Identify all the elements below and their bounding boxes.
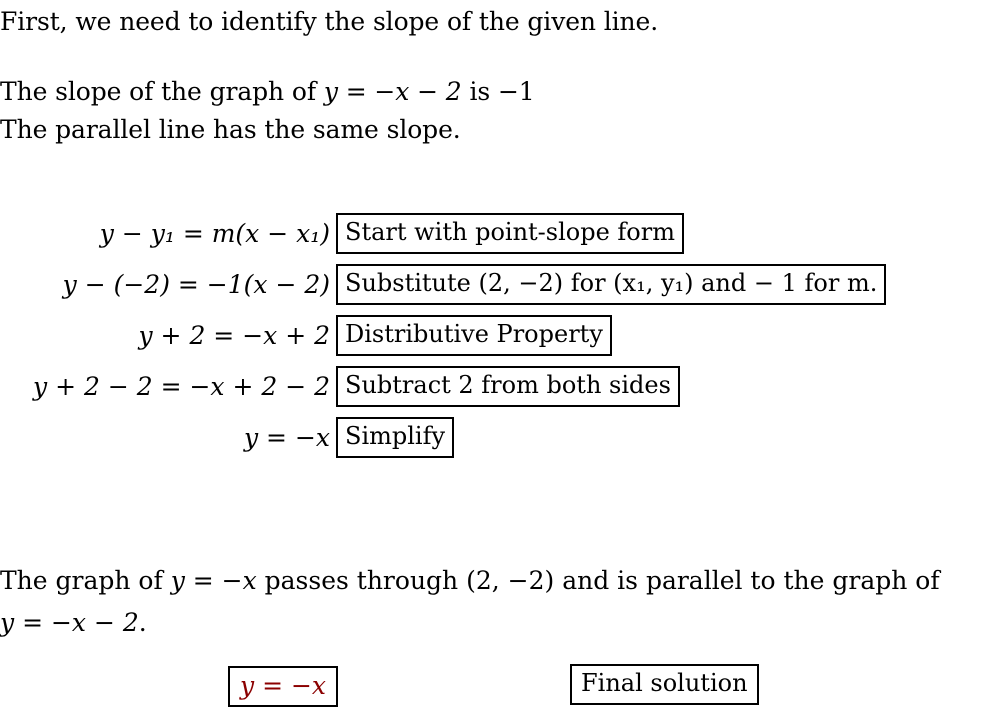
derivation-row: y + 2 − 2 = −x + 2 − 2 Subtract 2 from b… [0, 361, 996, 412]
solution-page: First, we need to identify the slope of … [0, 0, 996, 709]
derivation-row: y = −x Simplify [0, 412, 996, 463]
derivation-equation: y = −x [243, 423, 330, 452]
final-solution-label-box: Final solution [570, 664, 759, 705]
slope-statement-prefix: The slope of the graph of [0, 77, 324, 106]
conclusion-given-equation: y = −x − 2 [0, 608, 139, 637]
final-answer-row: y = −x Final solution [0, 664, 996, 709]
given-line-equation: y = −x − 2 [323, 77, 462, 106]
derivation-row: y − y₁ = m(x − x₁) Start with point-slop… [0, 208, 996, 259]
conclusion-point: (2, −2) [466, 566, 555, 595]
slope-statement-line: The slope of the graph of y = −x − 2 is … [0, 73, 535, 111]
conclusion-line-1: The graph of y = −x passes through (2, −… [0, 560, 996, 602]
conclusion-period: . [138, 608, 147, 637]
derivation-row: y + 2 = −x + 2 Distributive Property [0, 310, 996, 361]
final-answer-box: y = −x [228, 666, 339, 707]
parallel-slope-note: The parallel line has the same slope. [0, 115, 461, 144]
conclusion-paragraph: The graph of y = −x passes through (2, −… [0, 560, 996, 644]
derivation-table: y − y₁ = m(x − x₁) Start with point-slop… [0, 208, 996, 463]
derivation-reason: Distributive Property [336, 315, 612, 356]
derivation-equation: y − y₁ = m(x − x₁) [99, 219, 330, 248]
conclusion-line-2: y = −x − 2. [0, 602, 996, 644]
derivation-equation: y + 2 − 2 = −x + 2 − 2 [33, 372, 330, 401]
conclusion-equation: y = −x [170, 566, 257, 595]
derivation-equation: y − (−2) = −1(x − 2) [62, 270, 330, 299]
derivation-reason: Substitute (2, −2) for (x₁, y₁) and − 1 … [336, 264, 887, 305]
conclusion-text-a: The graph of [0, 566, 171, 595]
derivation-reason: Subtract 2 from both sides [336, 366, 680, 407]
intro-line: First, we need to identify the slope of … [0, 7, 659, 36]
derivation-reason: Start with point-slope form [336, 213, 684, 254]
conclusion-text-b: passes through [256, 566, 467, 595]
conclusion-text-c: and is parallel to the graph of [554, 566, 940, 595]
slope-value: −1 [497, 77, 535, 106]
derivation-equation: y + 2 = −x + 2 [138, 321, 330, 350]
slope-statement-suffix: is [461, 77, 498, 106]
derivation-reason: Simplify [336, 417, 455, 458]
derivation-row: y − (−2) = −1(x − 2) Substitute (2, −2) … [0, 259, 996, 310]
